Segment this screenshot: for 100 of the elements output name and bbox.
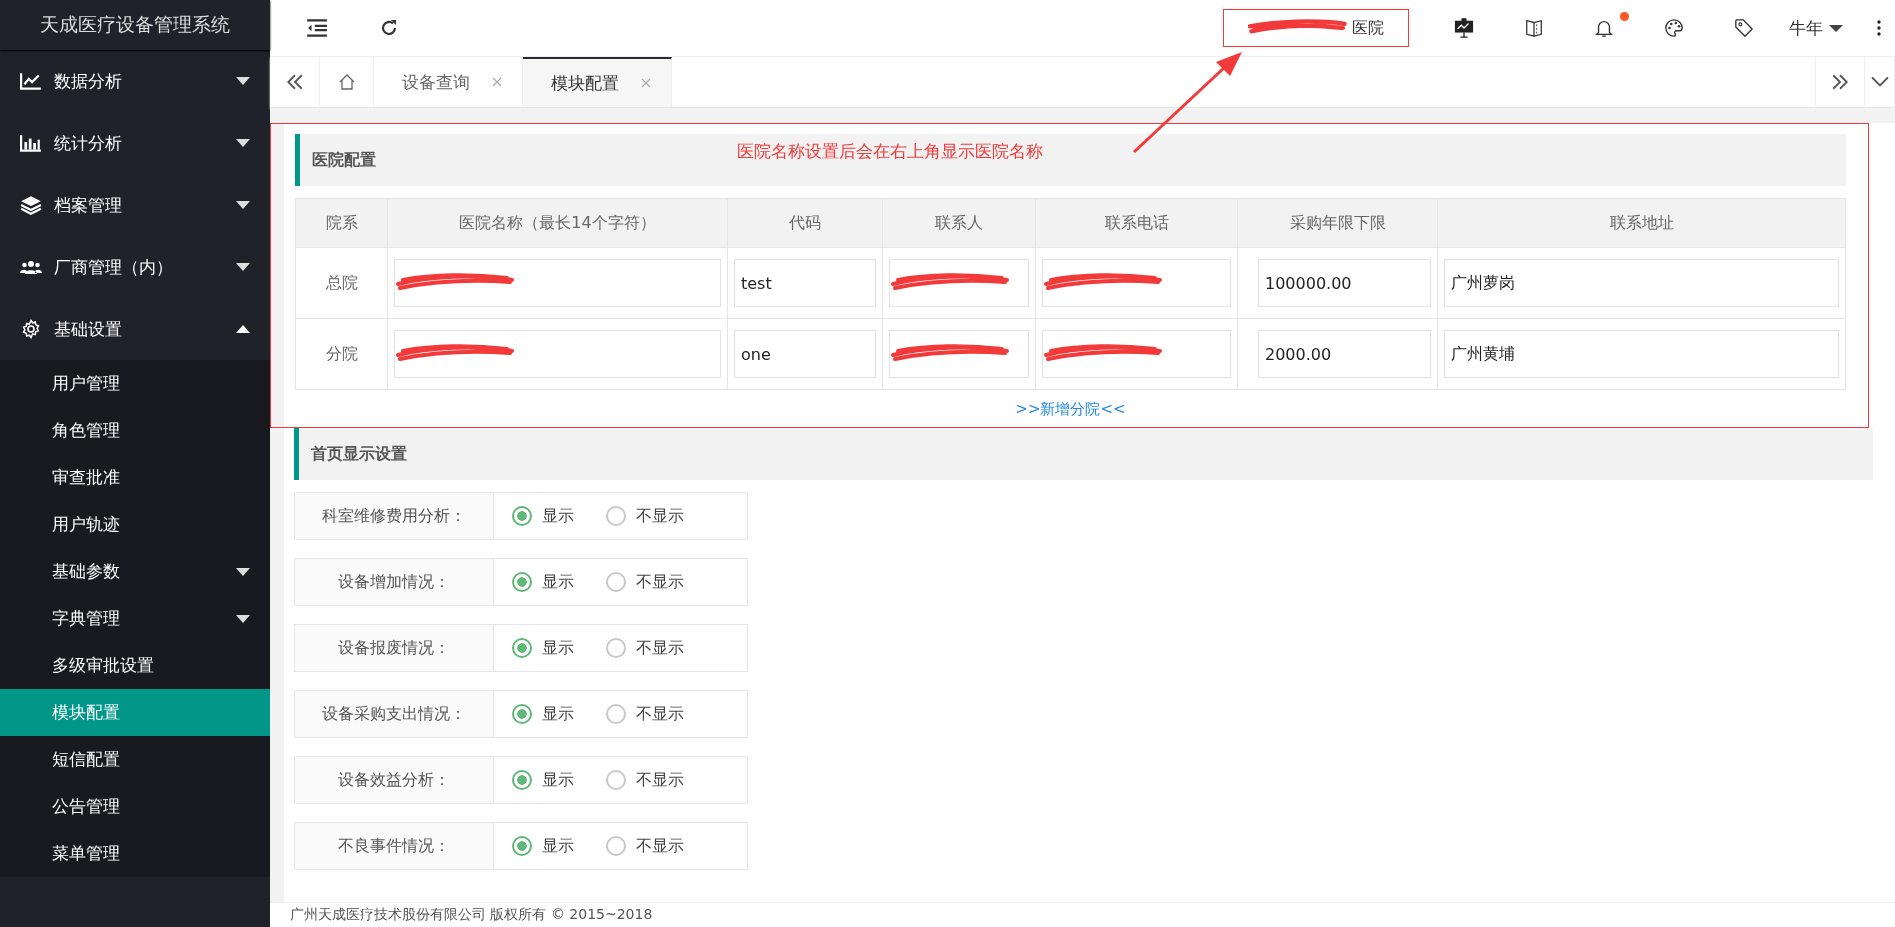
- column-header: 采购年限下限: [1238, 199, 1438, 248]
- radio-button[interactable]: [606, 836, 626, 856]
- presentation-board-icon[interactable]: [1453, 18, 1475, 38]
- column-header: 联系电话: [1036, 199, 1238, 248]
- input-field[interactable]: [889, 259, 1029, 307]
- section-title: 医院配置: [312, 149, 376, 171]
- submenu-item[interactable]: 模块配置: [0, 689, 270, 736]
- input-field[interactable]: [1042, 330, 1231, 378]
- radio-button[interactable]: [512, 572, 532, 592]
- submenu-item[interactable]: 基础参数: [0, 548, 270, 595]
- submenu-item[interactable]: 公告管理: [0, 783, 270, 830]
- submenu-item[interactable]: 用户轨迹: [0, 501, 270, 548]
- input-field[interactable]: one: [734, 330, 876, 378]
- tag-icon[interactable]: [1733, 18, 1755, 38]
- caret-icon: [236, 325, 250, 333]
- annotation-text: 医院名称设置后会在右上角显示医院名称: [737, 140, 1043, 163]
- double-chevron-right-icon: [1831, 73, 1849, 91]
- radio-button[interactable]: [606, 506, 626, 526]
- radio-button[interactable]: [512, 770, 532, 790]
- scroll-right-button[interactable]: [1815, 57, 1865, 107]
- radio-button[interactable]: [606, 572, 626, 592]
- setting-label: 科室维修费用分析：: [295, 493, 494, 539]
- radio-button[interactable]: [606, 770, 626, 790]
- more-icon[interactable]: [1877, 20, 1881, 36]
- section-title: 首页显示设置: [311, 443, 407, 465]
- menu-item[interactable]: 统计分析: [0, 112, 270, 174]
- radio-option[interactable]: 显示: [512, 571, 574, 593]
- input-field[interactable]: [889, 330, 1029, 378]
- submenu-item[interactable]: 角色管理: [0, 407, 270, 454]
- hospital-name: 医院: [1223, 9, 1409, 47]
- radio-button[interactable]: [512, 506, 532, 526]
- radio-option[interactable]: 不显示: [606, 637, 684, 659]
- input-field[interactable]: 100000.00: [1258, 259, 1431, 307]
- line-chart-icon: [20, 71, 42, 91]
- app-title: 天成医疗设备管理系统: [0, 0, 270, 50]
- palette-icon[interactable]: [1663, 18, 1685, 38]
- page-tab[interactable]: 模块配置: [523, 57, 672, 107]
- column-header: 代码: [728, 199, 883, 248]
- radio-button[interactable]: [606, 638, 626, 658]
- menu-item[interactable]: 基础设置: [0, 298, 270, 360]
- table-cell: 总院: [296, 248, 388, 319]
- add-branch-link[interactable]: >>新增分院<<: [1015, 400, 1126, 419]
- home-icon: [337, 73, 356, 91]
- caret-icon: [236, 567, 250, 576]
- caret-icon: [1829, 24, 1843, 32]
- user-menu[interactable]: 牛年: [1789, 16, 1843, 40]
- radio-button[interactable]: [512, 638, 532, 658]
- column-header: 院系: [296, 199, 388, 248]
- radio-option[interactable]: 不显示: [606, 571, 684, 593]
- radio-option[interactable]: 显示: [512, 505, 574, 527]
- caret-icon: [236, 263, 250, 271]
- submenu-item[interactable]: 多级审批设置: [0, 642, 270, 689]
- radio-option[interactable]: 显示: [512, 703, 574, 725]
- input-field[interactable]: [394, 330, 721, 378]
- radio-option[interactable]: 不显示: [606, 835, 684, 857]
- settings-icon: [20, 319, 42, 339]
- setting-label: 设备报废情况：: [295, 625, 494, 671]
- home-tab[interactable]: [320, 57, 374, 107]
- setting-label: 不良事件情况：: [295, 823, 494, 869]
- radio-option[interactable]: 显示: [512, 835, 574, 857]
- submenu-item[interactable]: 用户管理: [0, 360, 270, 407]
- caret-icon: [236, 614, 250, 623]
- setting-label: 设备效益分析：: [295, 757, 494, 803]
- scroll-left-button[interactable]: [270, 57, 320, 107]
- menu-fold-icon[interactable]: [306, 18, 328, 38]
- radio-button[interactable]: [606, 704, 626, 724]
- caret-icon: [236, 139, 250, 147]
- radio-option[interactable]: 不显示: [606, 703, 684, 725]
- menu-item[interactable]: 厂商管理（内）: [0, 236, 270, 298]
- radio-option[interactable]: 不显示: [606, 505, 684, 527]
- column-header: 联系地址: [1438, 199, 1846, 248]
- bell-icon[interactable]: [1593, 18, 1615, 38]
- double-chevron-left-icon: [285, 73, 304, 91]
- input-field[interactable]: 2000.00: [1258, 330, 1431, 378]
- submenu-item[interactable]: 审查批准: [0, 454, 270, 501]
- tab-options-button[interactable]: [1865, 57, 1895, 107]
- submenu-item[interactable]: 短信配置: [0, 736, 270, 783]
- radio-option[interactable]: 不显示: [606, 769, 684, 791]
- input-field[interactable]: [394, 259, 721, 307]
- column-header: 医院名称（最长14个字符）: [388, 199, 728, 248]
- menu-item[interactable]: 档案管理: [0, 174, 270, 236]
- submenu-item[interactable]: 字典管理: [0, 595, 270, 642]
- radio-button[interactable]: [512, 836, 532, 856]
- setting-label: 设备增加情况：: [295, 559, 494, 605]
- radio-option[interactable]: 显示: [512, 637, 574, 659]
- radio-button[interactable]: [512, 704, 532, 724]
- input-field[interactable]: 广州黄埔: [1444, 330, 1839, 378]
- input-field[interactable]: 广州萝岗: [1444, 259, 1839, 307]
- input-field[interactable]: test: [734, 259, 876, 307]
- column-header: 联系人: [883, 199, 1036, 248]
- radio-option[interactable]: 显示: [512, 769, 574, 791]
- layers-icon: [20, 195, 42, 215]
- bar-chart-icon: [20, 133, 42, 153]
- close-icon[interactable]: [492, 77, 502, 87]
- menu-item[interactable]: 数据分析: [0, 50, 270, 112]
- caret-icon: [236, 77, 250, 85]
- input-field[interactable]: [1042, 259, 1231, 307]
- submenu-item[interactable]: 菜单管理: [0, 830, 270, 877]
- book-icon[interactable]: [1523, 18, 1545, 38]
- close-icon[interactable]: [641, 78, 651, 88]
